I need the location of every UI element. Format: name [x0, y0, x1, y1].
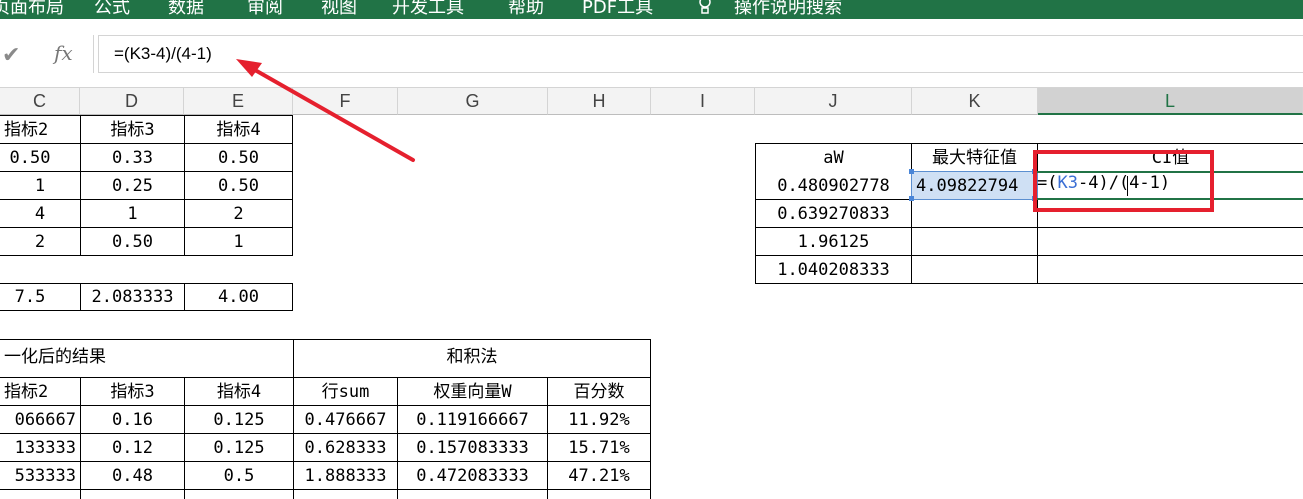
annotation-arrow-icon	[236, 59, 415, 162]
